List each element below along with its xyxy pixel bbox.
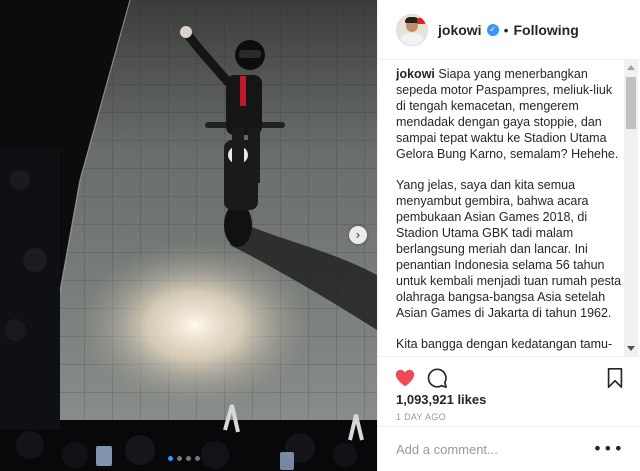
caption-paragraph-1: Siapa yang menerbangkan sepeda motor Pas… — [396, 67, 619, 161]
post-timestamp[interactable]: 1 DAY AGO — [396, 412, 446, 422]
bookmark-icon[interactable] — [604, 367, 626, 389]
scroll-up-arrow-icon[interactable] — [627, 65, 635, 70]
scroll-down-arrow-icon[interactable] — [627, 346, 635, 351]
caption-paragraph-3: Kita bangga dengan kedatangan tamu-tamu … — [396, 337, 613, 354]
photo-image — [0, 0, 377, 471]
carousel-indicator — [168, 456, 200, 461]
heart-icon[interactable] — [394, 367, 416, 389]
post-actions — [378, 356, 640, 396]
comment-icon[interactable] — [426, 367, 448, 389]
more-options-icon[interactable]: ••• — [593, 439, 624, 458]
post-photo[interactable]: › — [0, 0, 377, 471]
caption-username[interactable]: jokowi — [396, 67, 435, 81]
carousel-dot — [177, 456, 182, 461]
avatar[interactable] — [396, 13, 428, 46]
carousel-next-button[interactable]: › — [349, 226, 367, 244]
comment-section: ••• — [378, 426, 640, 471]
post-caption: jokowi Siapa yang menerbangkan sepeda mo… — [396, 66, 624, 354]
carousel-dot — [186, 456, 191, 461]
verified-badge-icon: ✓ — [486, 23, 499, 36]
likes-count[interactable]: 1,093,921 likes — [396, 392, 486, 407]
post-header: jokowi ✓ • Following — [378, 0, 640, 60]
carousel-dot — [195, 456, 200, 461]
post-side-panel: jokowi ✓ • Following jokowi Siapa yang m… — [377, 0, 640, 471]
scrollbar-thumb[interactable] — [626, 77, 636, 129]
header-separator: • — [503, 21, 509, 38]
caption-scrollbar[interactable] — [624, 60, 638, 356]
username-link[interactable]: jokowi — [438, 22, 482, 38]
caption-paragraph-2: Yang jelas, saya dan kita semua menyambu… — [396, 178, 622, 320]
comment-input[interactable] — [396, 442, 596, 457]
carousel-dot — [168, 456, 173, 461]
following-button[interactable]: Following — [513, 22, 578, 38]
chevron-right-icon: › — [355, 228, 361, 242]
